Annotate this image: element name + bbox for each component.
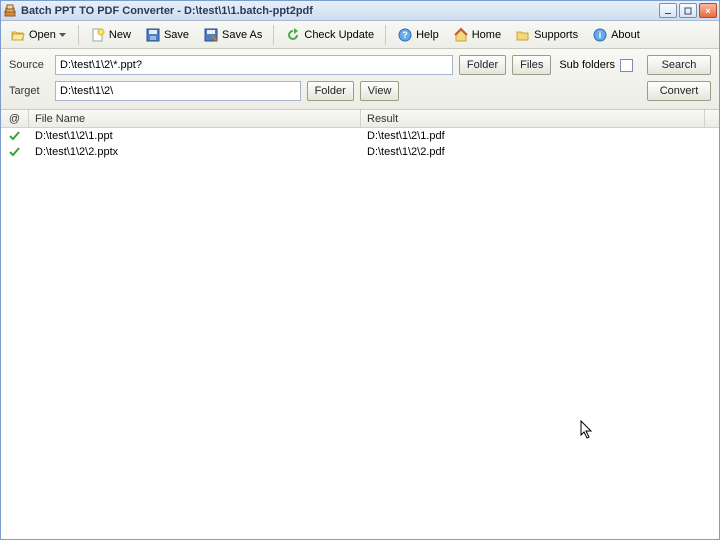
new-button[interactable]: New xyxy=(85,24,136,46)
open-label: Open xyxy=(29,29,56,41)
help-label: Help xyxy=(416,29,439,41)
about-button[interactable]: i About xyxy=(587,24,645,46)
svg-text:?: ? xyxy=(402,30,408,40)
supports-button[interactable]: Supports xyxy=(510,24,583,46)
minimize-button[interactable] xyxy=(659,3,677,18)
target-label: Target xyxy=(9,85,49,97)
separator xyxy=(273,25,274,45)
header-result[interactable]: Result xyxy=(361,110,705,127)
table-row[interactable]: D:\test\1\2\2.pptxD:\test\1\2\2.pdf xyxy=(1,144,719,160)
row-filename: D:\test\1\2\1.ppt xyxy=(29,128,361,144)
open-button[interactable]: Open xyxy=(5,24,72,46)
check-update-label: Check Update xyxy=(304,29,374,41)
list-header: @ File Name Result xyxy=(1,110,719,128)
save-as-label: Save As xyxy=(222,29,262,41)
target-view-button[interactable]: View xyxy=(360,81,400,101)
separator xyxy=(78,25,79,45)
sub-folders-label: Sub folders xyxy=(559,59,615,71)
source-input[interactable] xyxy=(55,55,453,75)
help-button[interactable]: ? Help xyxy=(392,24,444,46)
titlebar: Batch PPT TO PDF Converter - D:\test\1\1… xyxy=(1,1,719,21)
home-label: Home xyxy=(472,29,501,41)
target-input[interactable] xyxy=(55,81,301,101)
svg-text:i: i xyxy=(599,30,602,40)
close-button[interactable]: × xyxy=(699,3,717,18)
toolbar: Open New Save Save As Check Update ? Hel… xyxy=(1,21,719,49)
row-result: D:\test\1\2\1.pdf xyxy=(361,128,719,144)
refresh-icon xyxy=(285,27,301,43)
floppy-icon xyxy=(145,27,161,43)
about-label: About xyxy=(611,29,640,41)
header-status[interactable]: @ xyxy=(1,110,29,127)
save-label: Save xyxy=(164,29,189,41)
source-folder-button[interactable]: Folder xyxy=(459,55,506,75)
row-filename: D:\test\1\2\2.pptx xyxy=(29,144,361,160)
convert-button[interactable]: Convert xyxy=(647,81,711,101)
header-filename[interactable]: File Name xyxy=(29,110,361,127)
help-icon: ? xyxy=(397,27,413,43)
open-folder-icon xyxy=(10,27,26,43)
sub-folders-checkbox[interactable] xyxy=(620,59,633,72)
header-scroll-spacer xyxy=(705,110,719,127)
green-check-icon xyxy=(1,128,29,144)
path-panel: Source Folder Files Sub folders Search T… xyxy=(1,49,719,110)
stack-icon xyxy=(3,4,17,18)
home-button[interactable]: Home xyxy=(448,24,506,46)
green-check-icon xyxy=(1,144,29,160)
check-update-button[interactable]: Check Update xyxy=(280,24,379,46)
source-files-button[interactable]: Files xyxy=(512,55,551,75)
file-list: @ File Name Result D:\test\1\2\1.pptD:\t… xyxy=(1,110,719,539)
window-title: Batch PPT TO PDF Converter - D:\test\1\1… xyxy=(21,5,659,17)
row-result: D:\test\1\2\2.pdf xyxy=(361,144,719,160)
search-button[interactable]: Search xyxy=(647,55,711,75)
chevron-down-icon xyxy=(59,33,67,37)
floppy-pencil-icon xyxy=(203,27,219,43)
supports-label: Supports xyxy=(534,29,578,41)
target-folder-button[interactable]: Folder xyxy=(307,81,354,101)
save-as-button[interactable]: Save As xyxy=(198,24,267,46)
save-button[interactable]: Save xyxy=(140,24,194,46)
maximize-button[interactable] xyxy=(679,3,697,18)
folder-icon xyxy=(515,27,531,43)
new-label: New xyxy=(109,29,131,41)
separator xyxy=(385,25,386,45)
home-icon xyxy=(453,27,469,43)
source-label: Source xyxy=(9,59,49,71)
new-document-icon xyxy=(90,27,106,43)
info-icon: i xyxy=(592,27,608,43)
table-row[interactable]: D:\test\1\2\1.pptD:\test\1\2\1.pdf xyxy=(1,128,719,144)
